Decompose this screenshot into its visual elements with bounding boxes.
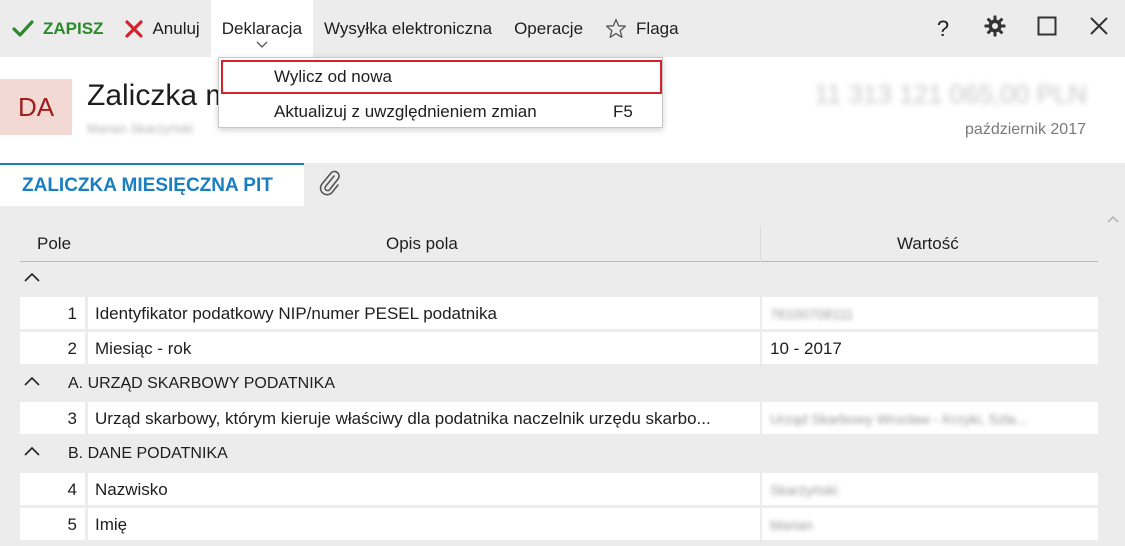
tab-label: ZALICZKA MIESIĘCZNA PIT xyxy=(22,174,273,196)
window-controls: ? xyxy=(917,0,1125,57)
document-subtitle: Marian Skarżyński xyxy=(87,121,194,136)
field-value: Urząd Skarbowy Wrocław - Krzyki, Szła... xyxy=(770,411,1028,427)
section-title: B. DANE PODATNIKA xyxy=(68,445,228,462)
tab-monthly-advance-pit[interactable]: ZALICZKA MIESIĘCZNA PIT xyxy=(0,163,304,206)
attachments-tab[interactable] xyxy=(316,170,344,201)
chevron-down-icon xyxy=(256,33,268,53)
field-value-cell[interactable]: Skarżyński xyxy=(762,473,1098,505)
table-row[interactable]: 2 Miesiąc - rok 10 - 2017 xyxy=(20,332,1098,364)
section-header xyxy=(20,264,1098,296)
gear-icon xyxy=(984,15,1006,42)
help-button[interactable]: ? xyxy=(917,0,969,57)
field-number: 2 xyxy=(67,339,77,358)
operations-label: Operacje xyxy=(514,18,584,38)
document-type-badge: DA xyxy=(0,79,72,135)
field-number: 1 xyxy=(67,304,77,323)
electronic-label: Wysyłka elektroniczna xyxy=(324,18,493,38)
table-row[interactable]: 3 Urząd skarbowy, którym kieruje właściw… xyxy=(20,402,1098,434)
save-button[interactable]: ZAPISZ xyxy=(0,0,114,57)
table-row[interactable]: 5 Imię Marian xyxy=(20,508,1098,540)
field-number-cell: 2 xyxy=(20,332,86,364)
declaration-form: Pole Opis pola Wartość 1 Identyfikator p… xyxy=(0,206,1125,546)
field-description: Imię xyxy=(95,515,128,534)
electronic-shipment-menu[interactable]: Wysyłka elektroniczna xyxy=(313,0,503,57)
close-icon xyxy=(1089,16,1109,41)
field-number: 5 xyxy=(67,515,77,534)
scroll-up-icon[interactable] xyxy=(1107,210,1119,228)
toolbar: ZAPISZ Anuluj Deklaracja Wysyłka elektro… xyxy=(0,0,1125,57)
star-icon xyxy=(605,18,627,39)
field-description: Nazwisko xyxy=(95,480,168,499)
field-description: Miesiąc - rok xyxy=(95,339,192,358)
flag-label: Flaga xyxy=(636,18,679,38)
question-icon: ? xyxy=(936,15,950,41)
field-number: 3 xyxy=(67,409,77,428)
save-label: ZAPISZ xyxy=(43,18,104,38)
operations-menu[interactable]: Operacje xyxy=(503,0,594,57)
menu-item-update-with-changes[interactable]: Aktualizuj z uwzględnieniem zmian F5 xyxy=(221,95,662,129)
field-value-cell[interactable]: Urząd Skarbowy Wrocław - Krzyki, Szła... xyxy=(762,402,1098,434)
table-header: Pole Opis pola Wartość xyxy=(20,226,1098,262)
settings-button[interactable] xyxy=(969,0,1021,57)
field-number: 4 xyxy=(67,480,77,499)
field-description-cell: Imię xyxy=(88,508,760,540)
field-value: Skarżyński xyxy=(770,482,838,498)
field-number-cell: 3 xyxy=(20,402,86,434)
chevron-up-icon[interactable] xyxy=(23,444,41,462)
menu-item-recalculate[interactable]: Wylicz od nowa xyxy=(221,60,662,94)
field-number-cell: 1 xyxy=(20,297,86,329)
check-icon xyxy=(12,19,34,38)
section-title: A. URZĄD SKARBOWY PODATNIKA xyxy=(68,375,336,392)
declaration-dropdown: Wylicz od nowa Aktualizuj z uwzględnieni… xyxy=(218,57,663,128)
document-amount: 11 313 121 065,00 PLN xyxy=(814,79,1087,109)
column-header-field[interactable]: Pole xyxy=(37,234,71,254)
x-icon xyxy=(125,19,144,38)
field-value: 10 - 2017 xyxy=(770,339,842,358)
column-separator xyxy=(760,226,761,262)
field-description-cell: Nazwisko xyxy=(88,473,760,505)
field-description: Identyfikator podatkowy NIP/numer PESEL … xyxy=(95,304,497,323)
field-value-cell[interactable]: 10 - 2017 xyxy=(762,332,1098,364)
chevron-up-icon[interactable] xyxy=(23,374,41,392)
field-description-cell: Miesiąc - rok xyxy=(88,332,760,364)
document-period: październik 2017 xyxy=(965,121,1086,138)
field-number-cell: 4 xyxy=(20,473,86,505)
section-header: A. URZĄD SKARBOWY PODATNIKA xyxy=(20,368,1098,400)
menu-item-shortcut: F5 xyxy=(613,102,633,121)
table-row[interactable]: 1 Identyfikator podatkowy NIP/numer PESE… xyxy=(20,297,1098,329)
menu-item-label: Aktualizuj z uwzględnieniem zmian xyxy=(274,102,537,121)
close-button[interactable] xyxy=(1073,0,1125,57)
cancel-button[interactable]: Anuluj xyxy=(114,0,210,57)
maximize-button[interactable] xyxy=(1021,0,1073,57)
column-header-value[interactable]: Wartość xyxy=(897,234,959,254)
field-value-cell[interactable]: 76100708111 xyxy=(762,297,1098,329)
column-header-description[interactable]: Opis pola xyxy=(386,234,458,254)
field-value: 76100708111 xyxy=(770,306,854,322)
field-description-cell: Urząd skarbowy, którym kieruje właściwy … xyxy=(88,402,760,434)
section-header: B. DANE PODATNIKA xyxy=(20,438,1098,470)
table-row[interactable]: 4 Nazwisko Skarżyński xyxy=(20,473,1098,505)
document-title: Zaliczka m xyxy=(87,79,231,112)
field-value: Marian xyxy=(770,517,813,533)
maximize-icon xyxy=(1037,16,1057,41)
paperclip-icon xyxy=(318,170,342,201)
field-value-cell[interactable]: Marian xyxy=(762,508,1098,540)
chevron-up-icon[interactable] xyxy=(23,270,41,288)
field-description: Urząd skarbowy, którym kieruje właściwy … xyxy=(95,409,711,428)
cancel-label: Anuluj xyxy=(152,18,200,38)
declaration-menu[interactable]: Deklaracja xyxy=(210,0,314,57)
menu-item-label: Wylicz od nowa xyxy=(274,67,392,86)
field-description-cell: Identyfikator podatkowy NIP/numer PESEL … xyxy=(88,297,760,329)
flag-button[interactable]: Flaga xyxy=(594,0,690,57)
tab-bar: ZALICZKA MIESIĘCZNA PIT xyxy=(0,163,1125,206)
field-number-cell: 5 xyxy=(20,508,86,540)
